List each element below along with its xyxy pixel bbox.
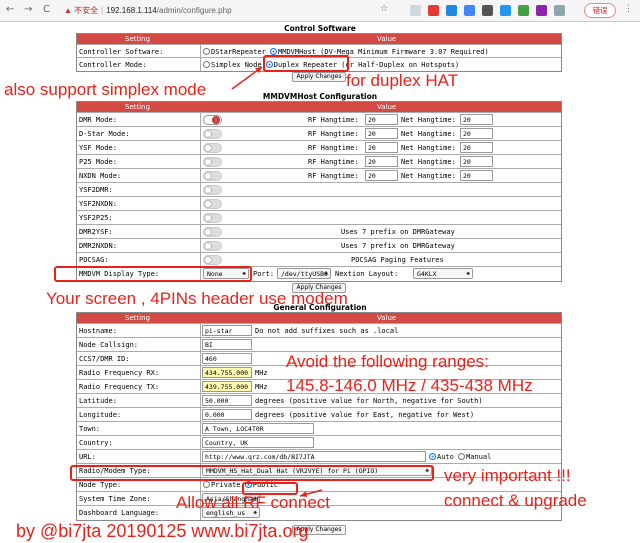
arrow-head [300,491,307,497]
annotation-arrows [231,66,323,497]
